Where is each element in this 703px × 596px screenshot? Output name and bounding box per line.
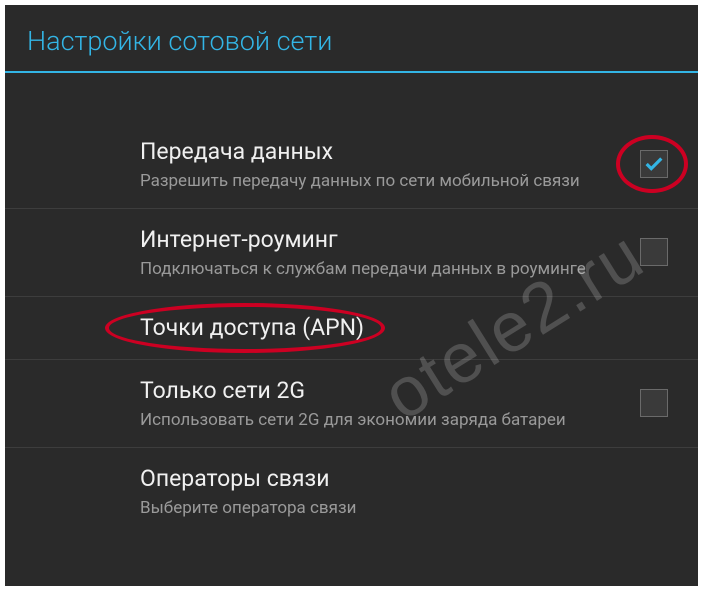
setting-title: Интернет-роуминг — [140, 225, 620, 255]
setting-subtitle: Выберите оператора связи — [140, 497, 648, 519]
check-icon — [643, 153, 665, 175]
setting-title: Точки доступа (APN) — [140, 313, 648, 343]
header: Настройки сотовой сети — [5, 5, 698, 71]
setting-text-block: Передача данных Разрешить передачу данны… — [140, 137, 640, 192]
setting-title: Только сети 2G — [140, 376, 620, 406]
settings-list: Передача данных Разрешить передачу данны… — [5, 73, 698, 535]
checkbox-roaming[interactable] — [640, 238, 668, 266]
setting-row-2g-only[interactable]: Только сети 2G Использовать сети 2G для … — [5, 360, 698, 448]
setting-subtitle: Использовать сети 2G для экономии заряда… — [140, 409, 620, 431]
setting-title: Операторы связи — [140, 464, 648, 494]
setting-subtitle: Разрешить передачу данных по сети мобиль… — [140, 170, 620, 192]
setting-subtitle: Подключаться к службам передачи данных в… — [140, 258, 620, 280]
checkbox-2g-only[interactable] — [640, 389, 668, 417]
setting-row-apn[interactable]: Точки доступа (APN) — [5, 297, 698, 360]
setting-row-operators[interactable]: Операторы связи Выберите оператора связи — [5, 448, 698, 535]
setting-text-block: Только сети 2G Использовать сети 2G для … — [140, 376, 640, 431]
setting-row-data-transfer[interactable]: Передача данных Разрешить передачу данны… — [5, 121, 698, 209]
settings-screen: Настройки сотовой сети Передача данных Р… — [5, 5, 698, 586]
page-title: Настройки сотовой сети — [27, 25, 676, 57]
setting-text-block: Интернет-роуминг Подключаться к службам … — [140, 225, 640, 280]
checkbox-data-transfer[interactable] — [640, 150, 668, 178]
setting-text-block: Операторы связи Выберите оператора связи — [140, 464, 668, 519]
setting-text-block: Точки доступа (APN) — [140, 313, 668, 343]
setting-row-roaming[interactable]: Интернет-роуминг Подключаться к службам … — [5, 209, 698, 297]
setting-title: Передача данных — [140, 137, 620, 167]
